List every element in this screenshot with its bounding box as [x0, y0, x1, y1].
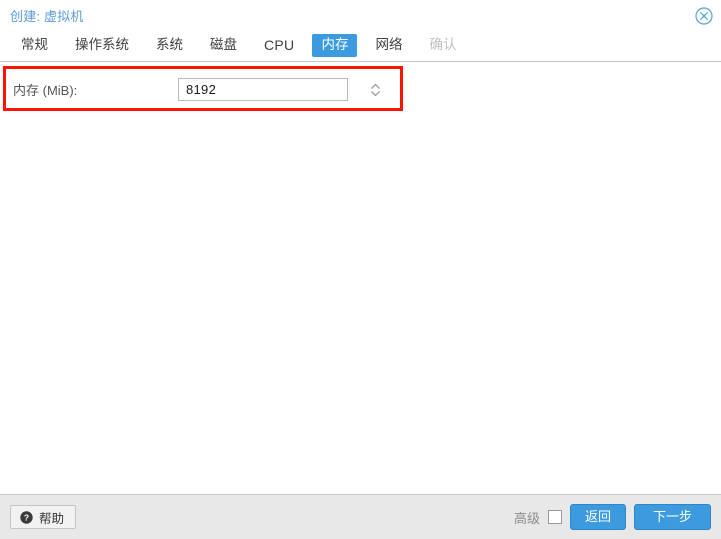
svg-text:?: ?	[24, 512, 29, 522]
advanced-label: 高级	[513, 510, 540, 526]
advanced-checkbox[interactable]	[547, 510, 562, 524]
footer-actions: 高级 返回 下一步	[514, 504, 711, 530]
memory-input[interactable]	[179, 78, 364, 101]
tab-bar: 常规 操作系统 系统 磁盘 CPU 内存 网络 确认	[0, 30, 721, 61]
content-panel: 内存 (MiB):	[0, 61, 721, 495]
tab-cpu[interactable]: CPU	[255, 34, 303, 57]
question-mark-circle-icon: ?	[20, 510, 33, 524]
tab-general[interactable]: 常规	[12, 34, 57, 57]
memory-spinner-arrows[interactable]	[364, 79, 386, 100]
tab-confirm: 确认	[429, 37, 457, 52]
tab-system[interactable]: 系统	[147, 34, 192, 57]
help-button[interactable]: ? 帮助	[10, 505, 77, 529]
memory-spinner[interactable]	[178, 78, 380, 101]
page-title: 创建: 虚拟机	[10, 8, 84, 24]
tab-memory[interactable]: 内存	[312, 34, 358, 57]
memory-form-row: 内存 (MiB):	[0, 66, 400, 111]
titlebar: 创建: 虚拟机	[0, 0, 721, 30]
tab-operating-system[interactable]: 操作系统	[66, 34, 138, 57]
back-button[interactable]: 返回	[569, 504, 626, 530]
next-button[interactable]: 下一步	[633, 504, 711, 530]
memory-label: 内存 (MiB):	[13, 83, 78, 98]
create-vm-dialog: 创建: 虚拟机 常规 操作系统 系统 磁盘 CPU 内存 网络 确认 内存 (M…	[0, 0, 721, 539]
footer-toolbar: ? 帮助 高级 返回 下一步	[0, 495, 721, 539]
tab-network[interactable]: 网络	[366, 34, 411, 57]
tab-disk[interactable]: 磁盘	[201, 34, 246, 57]
help-button-label: 帮助	[39, 511, 65, 526]
close-icon[interactable]	[695, 7, 713, 25]
